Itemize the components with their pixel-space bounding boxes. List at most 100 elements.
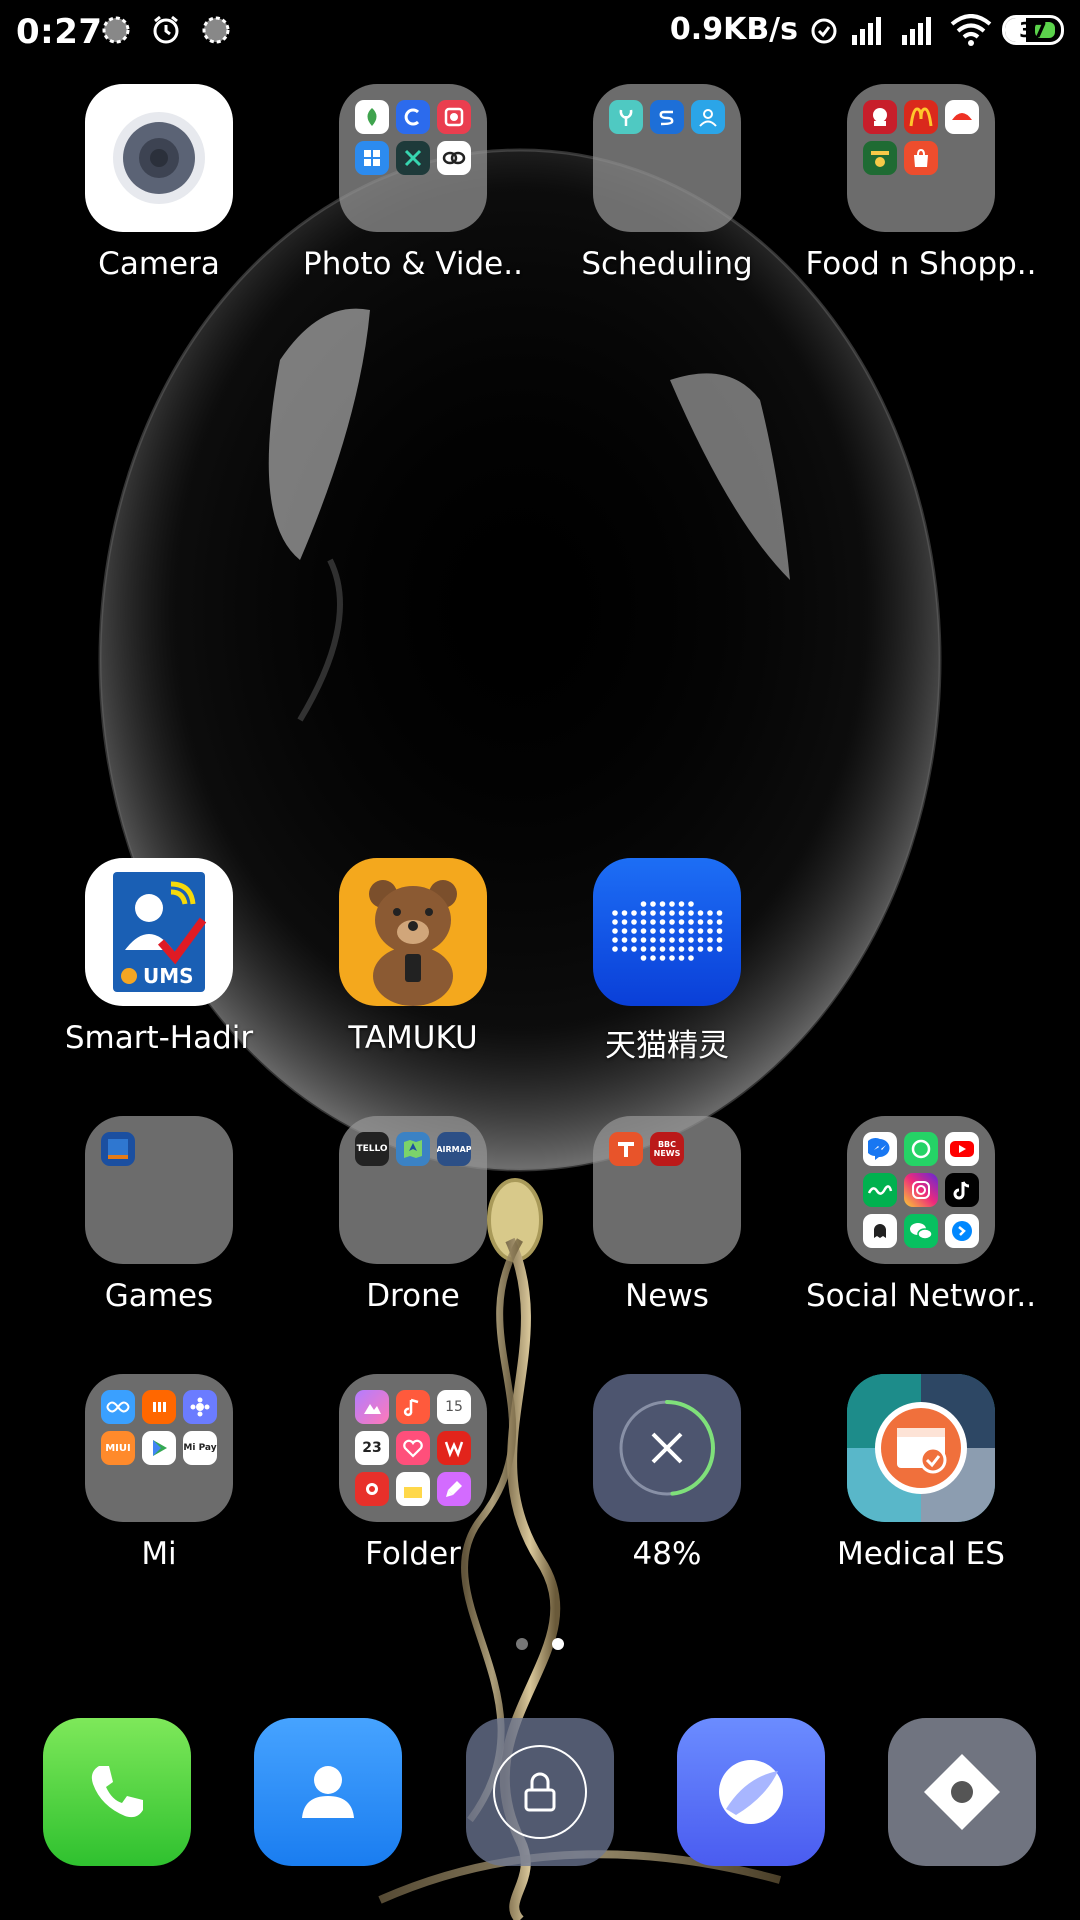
- network-speed: 0.9KB/s: [669, 12, 798, 47]
- mi-pay-label: Mi Pay: [183, 1443, 217, 1453]
- genie-dot: [678, 955, 685, 961]
- genie-dot: [688, 937, 694, 943]
- genie-dot: [631, 910, 637, 916]
- dock-lock-screen[interactable]: [466, 1718, 614, 1866]
- flower-icon: [183, 1390, 217, 1424]
- genie-dot: [716, 910, 723, 916]
- genie-dot: [697, 937, 704, 943]
- signal-icon: [902, 16, 931, 45]
- app-label: TAMUKU: [348, 1020, 478, 1056]
- dock-phone[interactable]: [43, 1718, 191, 1866]
- calendar-date: 15: [445, 1399, 463, 1415]
- folder-icon: [85, 1116, 233, 1264]
- folder-social-network[interactable]: Social Networ..: [794, 1116, 1048, 1314]
- youtube-icon: [945, 1132, 979, 1166]
- genie-dot: [659, 937, 666, 943]
- plant-icon: [609, 100, 643, 134]
- status-bar: 0:27 0.9KB/s 37: [0, 0, 1080, 64]
- status-time: 0:27: [16, 12, 103, 52]
- folder-icon: [339, 84, 487, 232]
- genie-dot: [650, 946, 656, 952]
- genie-dot: [612, 946, 618, 952]
- genie-dot: [650, 910, 656, 916]
- ums-badge-text: UMS: [143, 964, 194, 988]
- cleaner-brush-icon: [437, 1472, 471, 1506]
- genie-dot: [669, 919, 675, 925]
- genie-dot: [716, 937, 723, 943]
- app-cleaner-widget[interactable]: 48%: [540, 1374, 794, 1572]
- genie-dot: [678, 928, 685, 934]
- folder-mi[interactable]: MIUI Mi Pay Mi: [32, 1374, 286, 1572]
- folder-food-shopping[interactable]: Food n Shopp..: [794, 84, 1048, 282]
- browser-icon: [719, 1760, 783, 1824]
- folder-scheduling[interactable]: Scheduling: [540, 84, 794, 282]
- genie-dot: [650, 919, 656, 925]
- genie-dot: [707, 946, 713, 952]
- genie-dot: [669, 955, 675, 961]
- genie-dot: [678, 910, 685, 916]
- app-label: Camera: [98, 246, 220, 282]
- wechat-icon: [904, 1214, 938, 1248]
- genie-dot: [640, 919, 647, 925]
- signal-icon: [852, 16, 881, 45]
- ghost-icon: [863, 1214, 897, 1248]
- genie-dot: [669, 901, 675, 907]
- genie-dot: [697, 910, 704, 916]
- leaf-icon: [355, 100, 389, 134]
- genie-dot: [640, 910, 647, 916]
- gallery-icon: [355, 1390, 389, 1424]
- folder-games[interactable]: Games: [32, 1116, 286, 1314]
- whatsapp-icon: [904, 1132, 938, 1166]
- genie-dot: [640, 937, 647, 943]
- kfc-icon: [863, 100, 897, 134]
- genie-dot: [697, 928, 704, 934]
- dock-contacts[interactable]: [254, 1718, 402, 1866]
- genie-dot: [621, 937, 628, 943]
- tiktok-icon: [945, 1173, 979, 1207]
- app-label: News: [625, 1278, 709, 1314]
- genie-dot: [612, 937, 618, 943]
- genie-dot: [621, 919, 628, 925]
- folder-news[interactable]: BBC NEWS News: [540, 1116, 794, 1314]
- battery-level: 37: [1019, 17, 1047, 42]
- bear-icon: [339, 858, 487, 1006]
- xiaomi-icon: [142, 1390, 176, 1424]
- page-dot[interactable]: [516, 1638, 528, 1650]
- folder-icon: MIUI Mi Pay: [85, 1374, 233, 1522]
- lock-icon: [493, 1745, 587, 1839]
- genie-dot: [640, 955, 647, 961]
- genie-dot: [678, 946, 685, 952]
- sync-icon: [202, 16, 230, 44]
- genie-dot: [669, 937, 675, 943]
- genie-dot: [612, 928, 618, 934]
- app-label: Scheduling: [581, 246, 753, 282]
- folder-photo-video[interactable]: Photo & Vide..: [286, 84, 540, 282]
- cross-pattern-icon: [396, 141, 430, 175]
- cleaner-icon: [593, 1374, 741, 1522]
- genie-dot: [707, 919, 713, 925]
- genie-dot: [659, 946, 666, 952]
- genie-dot: [697, 946, 704, 952]
- dock-browser[interactable]: [677, 1718, 825, 1866]
- genie-dot: [659, 901, 666, 907]
- genie-dot: [716, 919, 723, 925]
- folder-drone[interactable]: TELLO AIRMAP Drone: [286, 1116, 540, 1314]
- alarm-icon: [153, 15, 179, 44]
- app-tamuku[interactable]: TAMUKU: [286, 858, 540, 1056]
- calendar-icon: 15: [437, 1390, 471, 1424]
- mcdonalds-icon: [904, 100, 938, 134]
- app-medical-es[interactable]: Medical ES: [794, 1374, 1048, 1572]
- genie-dot: [697, 919, 704, 925]
- genie-dot: [688, 955, 694, 961]
- messenger-icon: [863, 1132, 897, 1166]
- folder-folder[interactable]: 15 23 Folder: [286, 1374, 540, 1572]
- app-camera[interactable]: Camera: [32, 84, 286, 282]
- folder-icon: [847, 84, 995, 232]
- app-smart-hadir[interactable]: UMS Smart-Hadir: [32, 858, 286, 1056]
- dock-settings[interactable]: [888, 1718, 1036, 1866]
- page-dot-active[interactable]: [552, 1638, 564, 1650]
- canva-icon: [396, 100, 430, 134]
- news-t-icon: [609, 1132, 643, 1166]
- app-tmall-genie[interactable]: 天猫精灵: [540, 858, 794, 1065]
- weather-icon: 23: [355, 1431, 389, 1465]
